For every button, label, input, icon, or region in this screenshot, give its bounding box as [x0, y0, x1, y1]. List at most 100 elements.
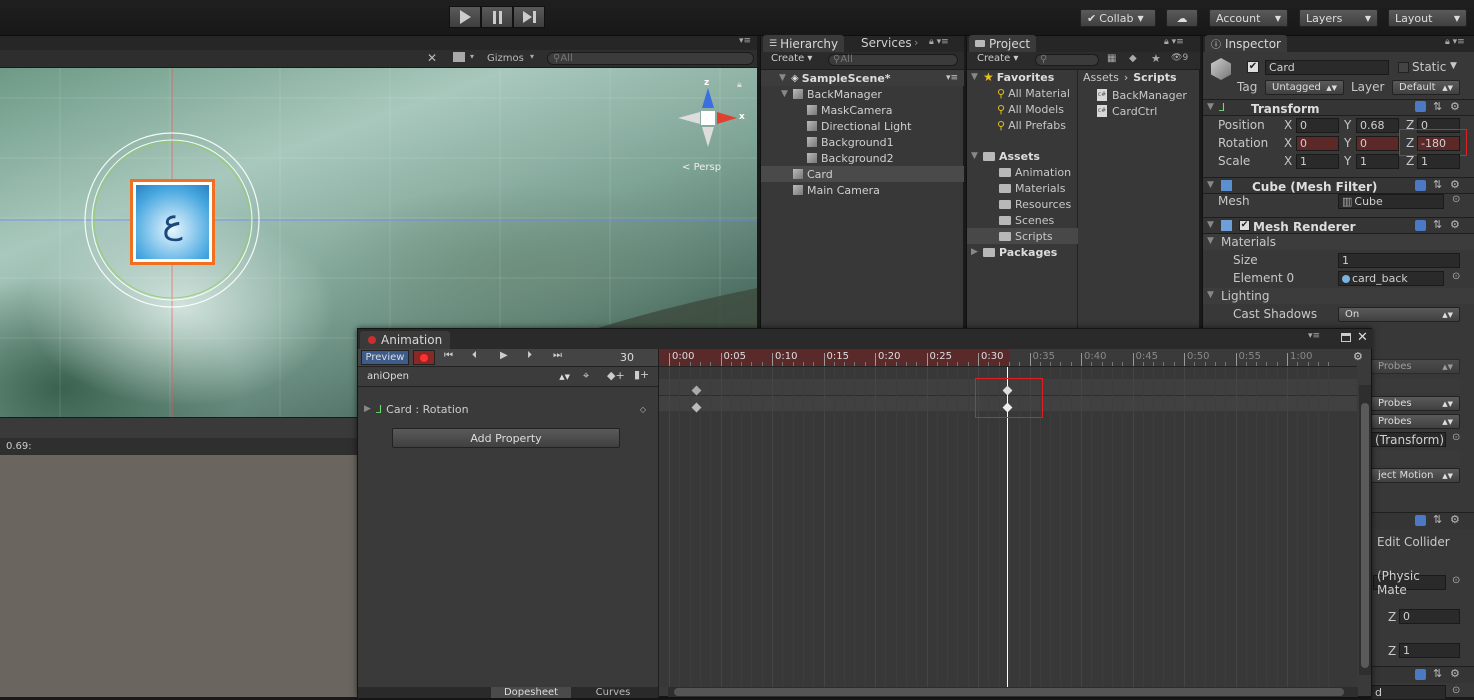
favorites-row[interactable]: ▼ ★ Favorites [971, 69, 1054, 85]
dopesheet-hscrollbar[interactable] [668, 687, 1358, 697]
card-object[interactable]: ع [130, 179, 215, 265]
preset-icon[interactable]: ⇅ [1433, 667, 1442, 680]
visibility-icon[interactable]: 👁︎9 [1171, 53, 1188, 63]
cloud-button[interactable]: ☁ [1166, 9, 1198, 27]
object-picker-icon[interactable]: ⊙ [1452, 432, 1460, 443]
transform-header[interactable]: ▼ ⅃ Transform ⇅ ⚙ [1203, 99, 1474, 116]
mesh-field[interactable]: ▥ Cube [1338, 194, 1444, 209]
tab-animation[interactable]: Animation [360, 331, 451, 349]
tag-dropdown[interactable]: Untagged ▲▼ [1265, 80, 1344, 95]
script-item[interactable]: c# CardCtrl [1097, 103, 1157, 119]
rotation-x-field[interactable]: 0 [1296, 136, 1339, 151]
step-button[interactable] [513, 6, 545, 28]
hierarchy-create-button[interactable]: Create ▾ [771, 53, 812, 64]
project-create-button[interactable]: Create ▾ [977, 53, 1018, 64]
pause-button[interactable] [481, 6, 513, 28]
favorites-item[interactable]: ⚲ All Models [997, 101, 1064, 117]
tab-dopesheet[interactable]: Dopesheet [491, 687, 571, 698]
probes-dropdown-2[interactable]: Probes ▲▼ [1371, 396, 1460, 411]
gear-icon[interactable]: ⚙ [1450, 513, 1460, 526]
preset-icon[interactable]: ⇅ [1433, 100, 1442, 113]
scale-y-field[interactable]: 1 [1356, 154, 1399, 169]
add-property-button[interactable]: Add Property [392, 428, 620, 448]
materials-foldout[interactable]: ▼ Materials [1203, 234, 1474, 250]
layer-dropdown[interactable]: Default ▲▼ [1392, 80, 1460, 95]
size-z-field[interactable]: 1 [1399, 643, 1460, 658]
project-search-input[interactable]: ⚲ [1035, 54, 1099, 66]
probes-dropdown-1[interactable]: Probes ▲▼ [1371, 359, 1460, 374]
timeline-settings-icon[interactable]: ⚙ [1353, 350, 1363, 363]
assets-row[interactable]: ▼ Assets [971, 148, 1040, 164]
tab-curves[interactable]: Curves [573, 687, 653, 698]
expand-icon[interactable]: ▶ [364, 404, 376, 414]
close-icon[interactable]: ✕ [1357, 330, 1368, 345]
gear-icon[interactable]: ⚙ [1450, 667, 1460, 680]
breadcrumb-scripts[interactable]: Scripts [1133, 71, 1176, 84]
anchor-override-field[interactable]: (Transform) [1371, 432, 1446, 447]
hierarchy-item[interactable]: Background2 [761, 150, 964, 166]
help-icon[interactable] [1415, 515, 1426, 526]
mesh-renderer-checkbox[interactable]: ✔ [1239, 220, 1250, 231]
static-dropdown-icon[interactable]: ▼ [1450, 61, 1457, 71]
clip-dropdown[interactable]: aniOpen ▲▼ [361, 369, 570, 384]
tab-services[interactable]: Services [861, 36, 912, 50]
expand-icon[interactable]: ▶ [971, 247, 983, 257]
keyframe-snap-icon[interactable]: ⌖ [583, 369, 589, 383]
rotation-y-field[interactable]: 0 [1356, 136, 1399, 151]
add-keyframe-icon[interactable]: ◆+ [607, 369, 625, 382]
help-icon[interactable] [1415, 220, 1426, 231]
orientation-gizmo[interactable]: z x 🔒︎ < Persp [676, 78, 746, 178]
asset-folder-item[interactable]: Scripts [967, 228, 1078, 244]
mesh-filter-header[interactable]: ▼ Cube (Mesh Filter) ⇅ ⚙ [1203, 177, 1474, 194]
asset-folder-item[interactable]: Materials [967, 180, 1078, 196]
lock-icon[interactable]: 🔒︎ [737, 80, 742, 90]
cast-shadows-dropdown[interactable]: On ▲▼ [1338, 307, 1460, 322]
dopesheet-area[interactable] [659, 367, 1357, 687]
lighting-foldout[interactable]: ▼ Lighting [1203, 288, 1474, 304]
scale-x-field[interactable]: 1 [1296, 154, 1339, 169]
layout-dropdown[interactable]: Layout ▼ [1388, 9, 1467, 27]
breadcrumb-assets[interactable]: Assets [1083, 71, 1119, 84]
mesh-renderer-header[interactable]: ▼ ✔ Mesh Renderer ⇅ ⚙ [1203, 217, 1474, 234]
center-z-field[interactable]: 0 [1399, 609, 1460, 624]
motion-vectors-dropdown[interactable]: ject Motion ▲▼ [1371, 468, 1460, 483]
collab-button[interactable]: ✔ Collab ▼ [1080, 9, 1156, 27]
physic-material-field[interactable]: (Physic Mate [1373, 569, 1446, 597]
static-checkbox[interactable] [1398, 62, 1409, 73]
partial-bottom-field[interactable]: d [1371, 685, 1446, 700]
dopesheet-vscrollbar[interactable] [1359, 385, 1371, 675]
help-icon[interactable] [1415, 669, 1426, 680]
expand-icon[interactable]: ▼ [971, 151, 983, 161]
next-key-icon[interactable]: ⏵ [527, 350, 532, 361]
hierarchy-lock-icon[interactable]: 🔒︎ ▾≡ [929, 37, 949, 47]
samples-field[interactable]: 30 [620, 351, 634, 364]
favorites-item[interactable]: ⚲ All Material [997, 85, 1070, 101]
help-icon[interactable] [1415, 101, 1426, 112]
position-x-field[interactable]: 0 [1296, 118, 1339, 133]
hierarchy-item[interactable]: Card [761, 166, 964, 182]
asset-folder-item[interactable]: Resources [967, 196, 1078, 212]
script-item[interactable]: c# BackManager [1097, 87, 1187, 103]
object-name-field[interactable]: Card [1265, 60, 1389, 75]
gear-icon[interactable]: ⚙ [1450, 218, 1460, 231]
gear-icon[interactable]: ⚙ [1450, 178, 1460, 191]
play-button[interactable] [449, 6, 481, 28]
keyframe-diamond-icon[interactable]: ◇ [640, 405, 646, 414]
hierarchy-item[interactable]: Background1 [761, 134, 964, 150]
tools-icon[interactable]: ✕ [427, 51, 437, 65]
hierarchy-scene-row[interactable]: ▼ ◈ SampleScene* ▾≡ [761, 70, 964, 86]
last-key-icon[interactable]: ⏭ [553, 350, 562, 361]
filter-type-icon[interactable]: ▦ [1107, 53, 1116, 64]
preset-icon[interactable]: ⇅ [1433, 218, 1442, 231]
play-anim-icon[interactable]: ▶ [500, 350, 508, 361]
preview-button[interactable]: Preview [361, 350, 409, 365]
filter-label-icon[interactable]: ◆ [1129, 53, 1137, 64]
tab-project[interactable]: Project [969, 35, 1037, 52]
record-button[interactable] [413, 350, 435, 365]
maximize-icon[interactable] [1341, 333, 1351, 342]
object-picker-icon[interactable]: ⊙ [1452, 271, 1460, 282]
layers-dropdown[interactable]: Layers ▼ [1299, 9, 1378, 27]
preset-icon[interactable]: ⇅ [1433, 178, 1442, 191]
help-icon[interactable] [1415, 180, 1426, 191]
first-key-icon[interactable]: ⏮ [444, 350, 453, 361]
